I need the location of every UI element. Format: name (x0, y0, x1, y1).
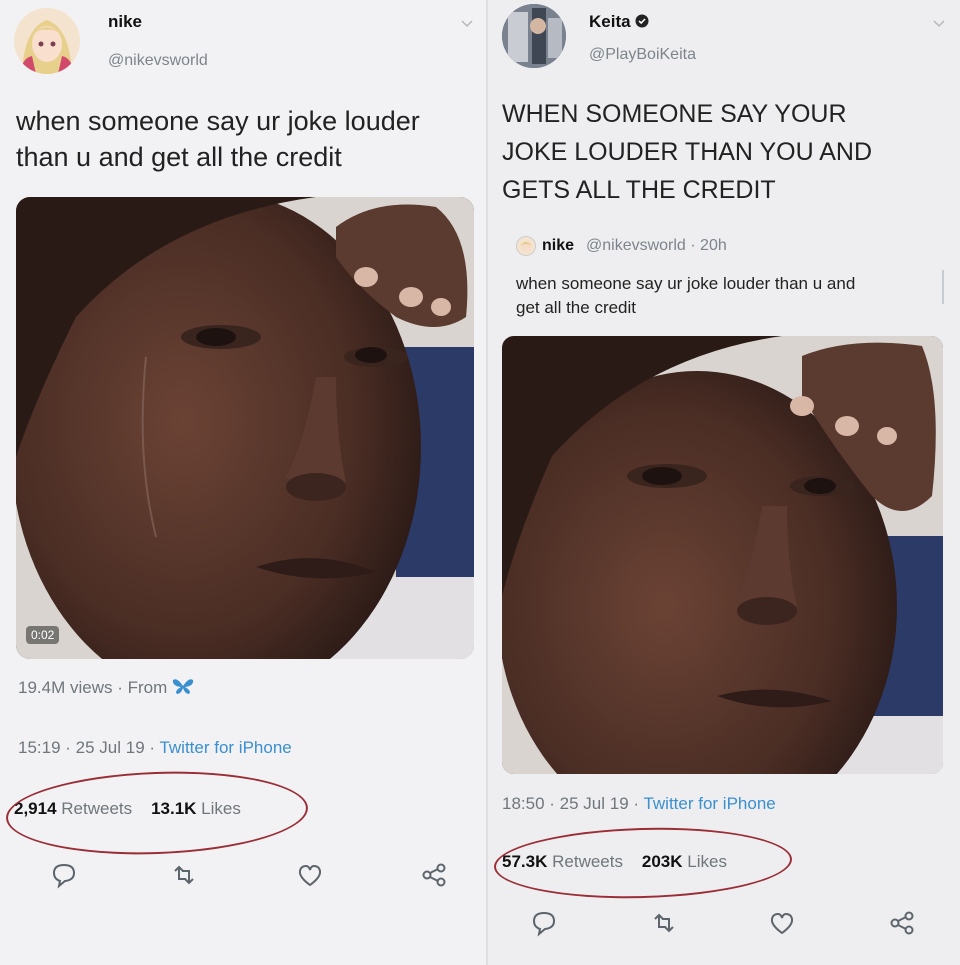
tweet-text-line: than u and get all the credit (16, 142, 342, 172)
quoted-handle[interactable]: @nikevsworld · 20h (586, 237, 727, 255)
verified-icon (635, 13, 649, 33)
quoted-name[interactable]: nike (542, 237, 574, 255)
views-count: 19.4M views (18, 677, 113, 697)
tweet-time: 15:19 · 25 Jul 19 · (18, 738, 160, 757)
tweet-text: when someone say ur joke louder than u a… (16, 103, 476, 175)
display-name[interactable]: Keita (589, 12, 649, 33)
quoted-text: when someone say ur joke louder than u a… (516, 272, 936, 320)
tweet-text-line: JOKE LOUDER THAN YOU AND (502, 138, 872, 166)
avatar-image (502, 4, 566, 68)
quoted-text-line: when someone say ur joke louder than u a… (516, 274, 856, 293)
video-timestamp: 0:02 (26, 626, 60, 644)
quoted-media[interactable] (502, 336, 943, 774)
crying-child-image (502, 336, 943, 774)
display-name-text[interactable]: Keita (589, 12, 631, 31)
like-icon[interactable] (296, 861, 324, 889)
chevron-down-icon[interactable] (932, 16, 946, 32)
views-row: 19.4M views · From (18, 677, 194, 700)
tweet-text-line: when someone say ur joke louder (16, 106, 420, 136)
quoted-text-line: get all the credit (516, 298, 637, 317)
client-link[interactable]: Twitter for iPhone (159, 738, 291, 757)
reply-icon[interactable] (530, 909, 558, 937)
tweet-text-line: WHEN SOMEONE SAY YOUR (502, 100, 847, 128)
timestamp-row: 15:19 · 25 Jul 19 · Twitter for iPhone (18, 738, 292, 758)
like-icon[interactable] (768, 909, 796, 937)
avatar[interactable] (502, 4, 566, 68)
butterfly-icon[interactable] (172, 677, 194, 700)
tweet-time: 18:50 · 25 Jul 19 · (502, 794, 644, 813)
reply-icon[interactable] (50, 861, 78, 889)
timestamp-row: 18:50 · 25 Jul 19 · Twitter for iPhone (502, 794, 776, 814)
separator: · (117, 677, 123, 697)
tweet-text: WHEN SOMEONE SAY YOUR JOKE LOUDER THAN Y… (502, 95, 952, 209)
from-label: From (127, 677, 168, 697)
avatar-image (14, 8, 80, 74)
quoted-avatar (516, 236, 536, 256)
share-icon[interactable] (420, 861, 448, 889)
chevron-down-icon[interactable] (460, 16, 474, 32)
quoted-tweet[interactable]: nike @nikevsworld · 20h when someone say… (502, 222, 948, 334)
user-handle[interactable]: @nikevsworld (108, 52, 208, 70)
display-name[interactable]: nike (108, 12, 142, 32)
tweet-text-line: GETS ALL THE CREDIT (502, 176, 776, 204)
quote-border (942, 270, 944, 304)
left-tweet: nike @nikevsworld when someone say ur jo… (0, 0, 486, 965)
crying-child-image (16, 197, 474, 659)
user-handle[interactable]: @PlayBoiKeita (589, 46, 696, 64)
share-icon[interactable] (888, 909, 916, 937)
annotation-circle (4, 766, 310, 860)
retweet-icon[interactable] (170, 861, 198, 889)
avatar[interactable] (14, 8, 80, 74)
retweet-icon[interactable] (650, 909, 678, 937)
video-media[interactable]: 0:02 (16, 197, 474, 659)
client-link[interactable]: Twitter for iPhone (643, 794, 775, 813)
